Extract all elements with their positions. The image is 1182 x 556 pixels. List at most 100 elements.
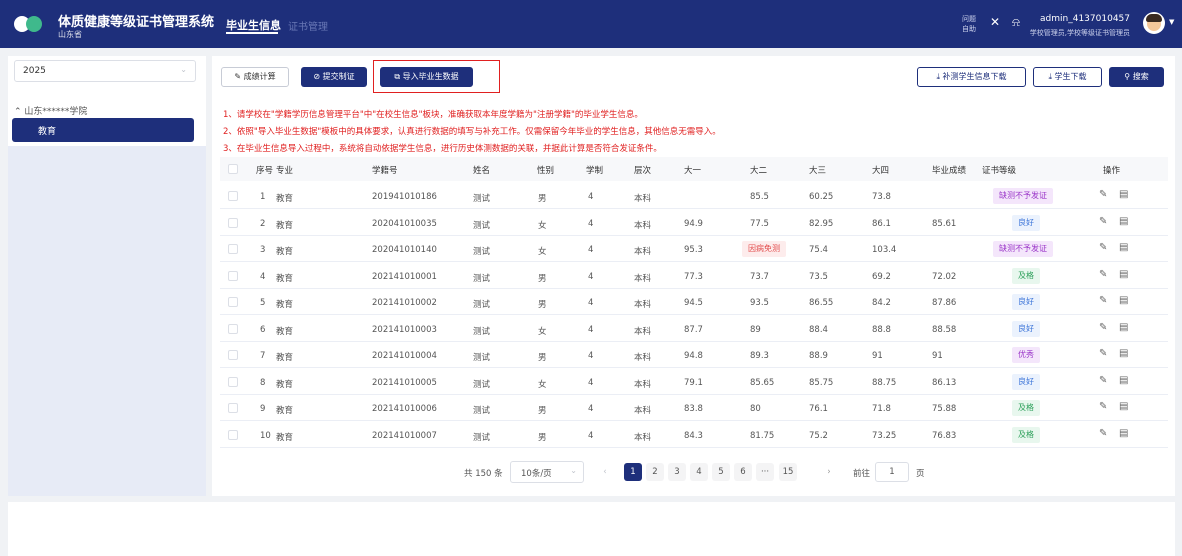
page-size-select[interactable]: 10条/页 ⌄ <box>510 461 584 483</box>
page-button[interactable]: 2 <box>646 463 664 481</box>
column-header[interactable]: 层次 <box>634 164 651 176</box>
detail-icon[interactable]: ▤ <box>1119 216 1128 227</box>
page-button[interactable]: 3 <box>668 463 686 481</box>
detail-icon[interactable]: ▤ <box>1119 428 1128 439</box>
submit-certificate-button[interactable]: ⊘ 提交制证 <box>301 67 367 87</box>
detail-icon[interactable]: ▤ <box>1119 269 1128 280</box>
page-button[interactable]: 6 <box>734 463 752 481</box>
column-header[interactable]: 序号 <box>256 164 273 176</box>
tree-node-education[interactable]: 教育 <box>12 118 194 142</box>
row-checkbox[interactable] <box>228 244 238 254</box>
province-label: 山东省 <box>58 30 82 39</box>
student-download-button[interactable]: ⤓ 学生下载 <box>1033 67 1102 87</box>
edit-icon[interactable]: ✎ <box>1099 375 1107 386</box>
select-all-checkbox[interactable] <box>228 164 238 174</box>
edit-icon[interactable]: ✎ <box>1099 428 1107 439</box>
page-button[interactable]: 15 <box>779 463 797 481</box>
tree-root-school[interactable]: ⌃ 山东******学院 <box>14 104 87 117</box>
chevron-down-icon[interactable]: ▼ <box>1169 18 1174 26</box>
year-select[interactable]: 2025 ⌄ <box>14 60 196 82</box>
row-checkbox[interactable] <box>228 429 238 440</box>
table-row[interactable]: 10 教育 202141010007 测试 男 4 本科 84.3 81.75 75.2 73.25… <box>220 422 1168 448</box>
edit-icon[interactable]: ✎ <box>1099 401 1107 412</box>
cell-grad: 72.02 <box>932 271 957 282</box>
help-link[interactable]: 问题自助 <box>962 14 976 34</box>
prev-page-button[interactable]: ‹ <box>596 463 614 481</box>
row-checkbox[interactable] <box>228 191 238 201</box>
cell-level: 本科 <box>634 300 652 310</box>
detail-icon[interactable]: ▤ <box>1119 348 1128 359</box>
cell-id: 201941010186 <box>372 192 437 202</box>
page-button[interactable]: 4 <box>690 463 708 481</box>
detail-icon[interactable]: ▤ <box>1119 189 1128 200</box>
cell-y3: 82.95 <box>809 218 834 229</box>
page-button[interactable]: 1 <box>624 463 642 481</box>
edit-icon[interactable]: ✎ <box>1099 348 1107 359</box>
edit-icon[interactable]: ✎ <box>1099 216 1107 227</box>
column-header[interactable]: 姓名 <box>473 164 490 176</box>
edit-icon[interactable]: ✎ <box>1099 269 1107 280</box>
fullscreen-icon[interactable]: ✕ <box>990 15 1000 29</box>
supplement-download-button[interactable]: ⤓ 补测学生信息下载 <box>917 67 1026 87</box>
detail-icon[interactable]: ▤ <box>1119 322 1128 333</box>
cell-y2: 80 <box>750 404 761 414</box>
column-header[interactable]: 专业 <box>276 164 293 176</box>
table-row[interactable]: 4 教育 202141010001 测试 男 4 本科 77.3 73.7 73.5 69.2 72.… <box>220 263 1168 289</box>
detail-icon[interactable]: ▤ <box>1119 401 1128 412</box>
detail-icon[interactable]: ▤ <box>1119 295 1128 306</box>
edit-icon[interactable]: ✎ <box>1099 189 1107 200</box>
page-ellipsis[interactable]: ··· <box>756 463 774 481</box>
column-header[interactable]: 大一 <box>684 164 701 176</box>
table-row[interactable]: 5 教育 202141010002 测试 男 4 本科 94.5 93.5 86.55 84.2 87… <box>220 289 1168 315</box>
system-title: 体质健康等级证书管理系统 <box>58 15 215 30</box>
row-checkbox[interactable] <box>228 403 238 413</box>
row-checkbox[interactable] <box>228 350 238 360</box>
calc-score-button[interactable]: ✎ 成绩计算 <box>221 67 289 87</box>
row-checkbox[interactable] <box>228 217 238 228</box>
row-checkbox[interactable] <box>228 376 238 387</box>
column-header[interactable]: 证书等级 <box>982 164 1016 176</box>
edit-icon[interactable]: ✎ <box>1099 295 1107 306</box>
cell-grad: 87.86 <box>932 298 957 308</box>
table-row[interactable]: 7 教育 202141010004 测试 男 4 本科 94.8 89.3 88.9 91 91 优秀 ✎… <box>220 342 1168 368</box>
table-row[interactable]: 9 教育 202141010006 测试 男 4 本科 83.8 80 76.1 71.8 75.88… <box>220 395 1168 421</box>
column-header[interactable]: 学籍号 <box>372 164 398 176</box>
goto-page-input[interactable]: 1 <box>875 462 909 482</box>
nav-graduate-info[interactable]: 毕业生信息 <box>226 17 281 33</box>
column-header[interactable]: 学制 <box>586 164 603 176</box>
column-header[interactable]: 毕业成绩 <box>932 164 966 176</box>
avatar[interactable] <box>1143 12 1165 34</box>
bell-icon[interactable]: ⍾ <box>1012 15 1020 30</box>
column-header[interactable]: 大四 <box>872 164 889 176</box>
row-checkbox[interactable] <box>228 297 238 307</box>
row-checkbox[interactable] <box>228 270 238 281</box>
page-size-value: 10条/页 <box>521 469 552 479</box>
edit-icon[interactable]: ✎ <box>1099 242 1107 253</box>
table-row[interactable]: 3 教育 202041010140 测试 女 4 本科 95.3 75.4 103.4 因病免测 缺测… <box>220 236 1168 262</box>
tree-root-label: 山东******学院 <box>24 107 88 117</box>
table-row[interactable]: 2 教育 202041010035 测试 女 4 本科 94.9 77.5 82.95 86.1 85… <box>220 210 1168 236</box>
search-button[interactable]: ⚲ 搜索 <box>1109 67 1164 87</box>
cell-gender: 女 <box>538 247 547 257</box>
certificate-level-badge: 良好 <box>1012 373 1040 390</box>
row-checkbox[interactable] <box>228 323 238 334</box>
table-row[interactable]: 8 教育 202141010005 测试 女 4 本科 79.1 85.65 85.75 88.75… <box>220 369 1168 395</box>
nav-certificate-management[interactable]: 证书管理 <box>288 18 328 33</box>
column-header[interactable]: 操作 <box>1103 164 1120 176</box>
cell-level: 本科 <box>634 432 652 443</box>
next-page-button[interactable]: › <box>820 463 838 481</box>
cell-y2: 81.75 <box>750 430 775 441</box>
column-header[interactable]: 性别 <box>537 164 554 176</box>
detail-icon[interactable]: ▤ <box>1119 375 1128 386</box>
column-header[interactable]: 大二 <box>750 164 767 176</box>
column-header[interactable]: 大三 <box>809 164 826 176</box>
page-button[interactable]: 5 <box>712 463 730 481</box>
detail-icon[interactable]: ▤ <box>1119 242 1128 253</box>
cell-major: 教育 <box>276 432 294 443</box>
table-row[interactable]: 6 教育 202141010003 测试 女 4 本科 87.7 89 88.4 88.8 88.58… <box>220 316 1168 342</box>
edit-icon[interactable]: ✎ <box>1099 322 1107 333</box>
cell-grad: 85.61 <box>932 218 957 229</box>
cell-id: 202141010006 <box>372 404 437 414</box>
user-name[interactable]: admin_4137010457 <box>1040 14 1130 24</box>
table-row[interactable]: 1 教育 201941010186 测试 男 4 本科 85.5 60.25 73.8 缺测不予发证… <box>220 183 1168 209</box>
